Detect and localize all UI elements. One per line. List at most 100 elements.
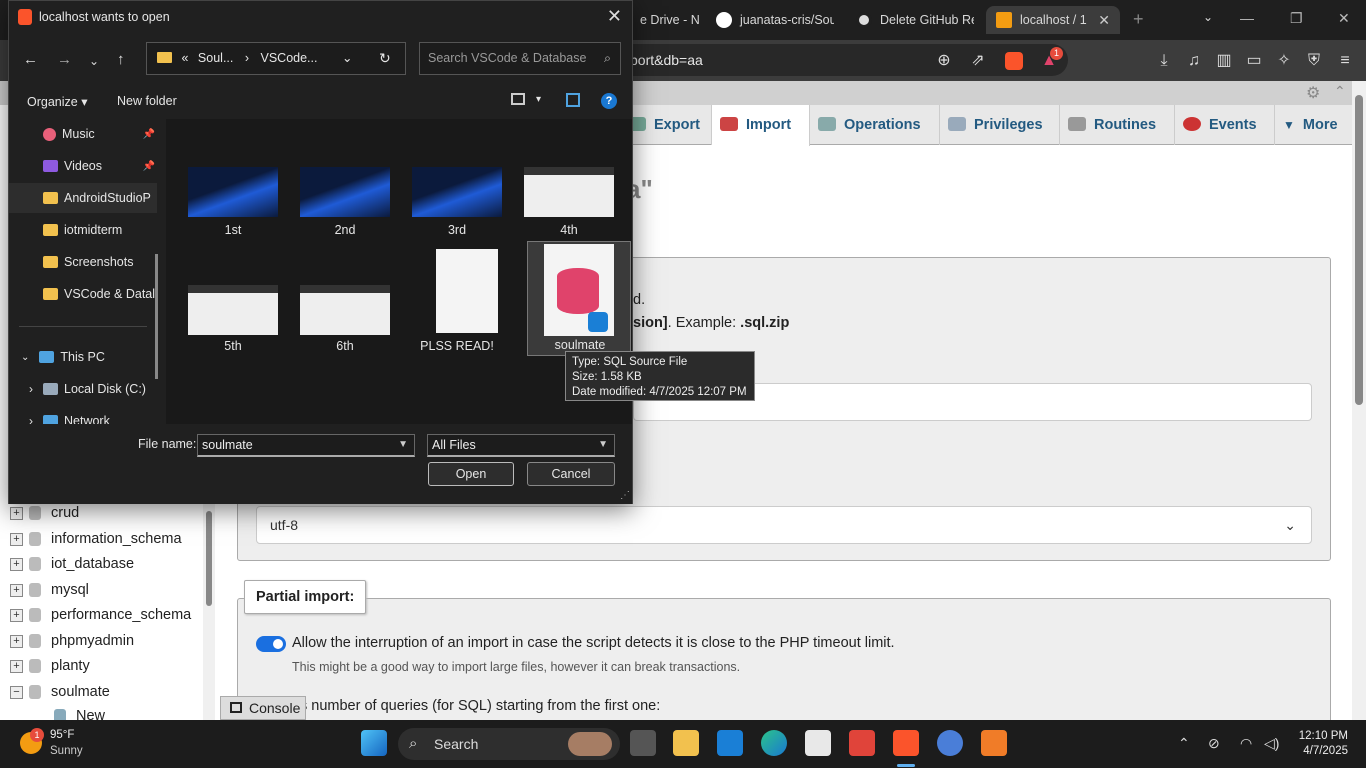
nav-db-crud[interactable]: + crud [10, 501, 79, 525]
tab-import[interactable]: Import [712, 105, 810, 146]
page-scroll-thumb[interactable] [1355, 95, 1363, 405]
chevron-right-icon[interactable]: › [29, 382, 33, 396]
nav-db-mysql[interactable]: + mysql [10, 578, 89, 602]
nav-pane-scrollbar[interactable] [155, 254, 158, 379]
new-folder-button[interactable]: New folder [117, 94, 177, 108]
xampp-icon[interactable] [981, 730, 1007, 756]
nav-db-planty[interactable]: + planty [10, 654, 90, 678]
nav-scroll-thumb[interactable] [206, 511, 212, 606]
tab-localhost[interactable]: localhost / 1 ✕ [986, 6, 1120, 34]
file-item[interactable]: 3rd [400, 149, 504, 239]
page-scrollbar[interactable] [1352, 81, 1366, 720]
collapse-icon[interactable]: − [10, 685, 23, 699]
tab-google-drive[interactable]: e Drive - N [640, 6, 700, 34]
organize-button[interactable]: Organize ▾ [27, 94, 87, 109]
music-icon[interactable]: ♫ [1185, 52, 1203, 70]
breadcrumb-vscode[interactable]: VSCode... [261, 51, 318, 65]
file-item[interactable]: 4th [512, 149, 616, 239]
wps-office-icon[interactable] [849, 730, 875, 756]
android-studio-icon[interactable] [937, 730, 963, 756]
network-off-icon[interactable]: ⊘ [1208, 735, 1220, 752]
chevron-down-icon[interactable]: ⌄ [21, 352, 29, 363]
chevron-down-icon[interactable]: ⌄ [1203, 10, 1213, 24]
expand-icon[interactable]: + [10, 634, 23, 648]
nav-item-local-disk[interactable]: › Local Disk (C:) [9, 374, 157, 404]
expand-icon[interactable]: + [10, 583, 23, 597]
tab-operations[interactable]: Operations [810, 105, 940, 145]
download-icon[interactable]: ⤓ [1155, 52, 1173, 70]
expand-icon[interactable]: + [10, 659, 23, 673]
nav-item-music[interactable]: Music 📌 [9, 119, 157, 149]
store-icon[interactable] [805, 730, 831, 756]
recent-locations-icon[interactable]: ⌄ [89, 54, 99, 68]
sidebar-icon[interactable]: ▥ [1215, 52, 1233, 70]
wifi-icon[interactable]: ◠ [1240, 735, 1252, 752]
nav-item-androidstudio[interactable]: AndroidStudioP [9, 183, 157, 213]
file-item[interactable]: 1st [176, 149, 280, 239]
expand-icon[interactable]: + [10, 608, 23, 622]
tab-export[interactable]: Export [620, 105, 712, 145]
allow-interrupt-toggle[interactable] [256, 636, 286, 652]
volume-icon[interactable]: ◁) [1264, 735, 1279, 752]
tab-privileges[interactable]: Privileges [940, 105, 1060, 145]
close-icon[interactable]: ✕ [607, 6, 622, 27]
nav-db-phpmyadmin[interactable]: + phpmyadmin [10, 629, 134, 653]
minimize-icon[interactable]: — [1240, 10, 1254, 26]
file-explorer-icon[interactable] [673, 730, 699, 756]
tab-more[interactable]: ▼ More [1275, 105, 1352, 145]
vpn-icon[interactable]: ⛨ [1305, 52, 1323, 70]
up-icon[interactable]: ↑ [117, 51, 125, 68]
forward-icon[interactable]: → [57, 51, 72, 68]
back-icon[interactable]: ← [23, 51, 38, 68]
file-item[interactable]: 5th [176, 269, 280, 359]
close-window-icon[interactable]: ✕ [1338, 10, 1350, 27]
file-name-input[interactable]: soulmate ▼ [197, 434, 415, 457]
expand-icon[interactable]: + [10, 557, 23, 571]
nav-item-videos[interactable]: Videos 📌 [9, 151, 157, 181]
nav-scrollbar[interactable] [203, 501, 215, 720]
cancel-button[interactable]: Cancel [527, 462, 615, 486]
task-view-icon[interactable] [630, 730, 656, 756]
console-button[interactable]: Console [220, 696, 306, 720]
view-icon[interactable] [511, 93, 525, 105]
taskbar-search[interactable]: ⌕ Search [398, 728, 620, 760]
file-item-selected[interactable]: soulmate [527, 241, 631, 356]
breadcrumb-soulmate[interactable]: Soul... [198, 51, 233, 65]
wallet-icon[interactable]: ▭ [1245, 52, 1263, 70]
chevron-up-icon[interactable]: ⌃ [1178, 735, 1190, 752]
start-icon[interactable] [361, 730, 387, 756]
address-bar[interactable]: port&db=aa [560, 44, 1068, 76]
file-item[interactable]: 2nd [288, 149, 392, 239]
search-input[interactable]: Search VSCode & Database ⌕ [419, 42, 621, 75]
collapse-icon[interactable]: ⌃ [1334, 83, 1346, 100]
nav-db-performance-schema[interactable]: + performance_schema [10, 603, 191, 627]
expand-icon[interactable]: + [10, 532, 23, 546]
nav-item-screenshots[interactable]: Screenshots [9, 247, 157, 277]
open-button[interactable]: Open [428, 462, 514, 486]
view-dropdown-icon[interactable]: ▾ [536, 94, 541, 105]
file-type-select[interactable]: All Files ▼ [427, 434, 615, 457]
path-overflow[interactable]: « [181, 51, 188, 65]
chevron-right-icon[interactable]: › [29, 414, 33, 424]
tab-events[interactable]: Events [1175, 105, 1275, 145]
charset-select[interactable]: utf-8 ⌄ [256, 506, 1312, 544]
clock[interactable]: 12:10 PM 4/7/2025 [1296, 729, 1348, 759]
new-tab-button[interactable]: + [1133, 9, 1144, 30]
tab-routines[interactable]: Routines [1060, 105, 1175, 145]
close-tab-icon[interactable]: ✕ [1088, 12, 1110, 29]
nav-item-vscode-database[interactable]: VSCode & Datal [9, 279, 157, 309]
zoom-icon[interactable]: ⊕ [935, 52, 953, 70]
refresh-icon[interactable]: ↻ [379, 43, 391, 74]
preview-pane-icon[interactable] [566, 93, 580, 107]
menu-icon[interactable]: ≡ [1336, 52, 1354, 70]
expand-icon[interactable]: + [10, 506, 23, 520]
tab-chatgpt[interactable]: Delete GitHub Re [856, 6, 974, 34]
chevron-down-icon[interactable]: ▼ [398, 435, 408, 455]
nav-item-this-pc[interactable]: ⌄ This PC [9, 342, 157, 372]
help-icon[interactable]: ? [601, 93, 617, 109]
nav-db-information-schema[interactable]: + information_schema [10, 527, 182, 551]
resize-grip-icon[interactable]: ⋰ [620, 490, 630, 501]
leo-ai-icon[interactable]: ✧ [1275, 52, 1293, 70]
brave-shields-icon[interactable] [1005, 52, 1023, 70]
nav-item-network[interactable]: › Network [9, 406, 157, 424]
